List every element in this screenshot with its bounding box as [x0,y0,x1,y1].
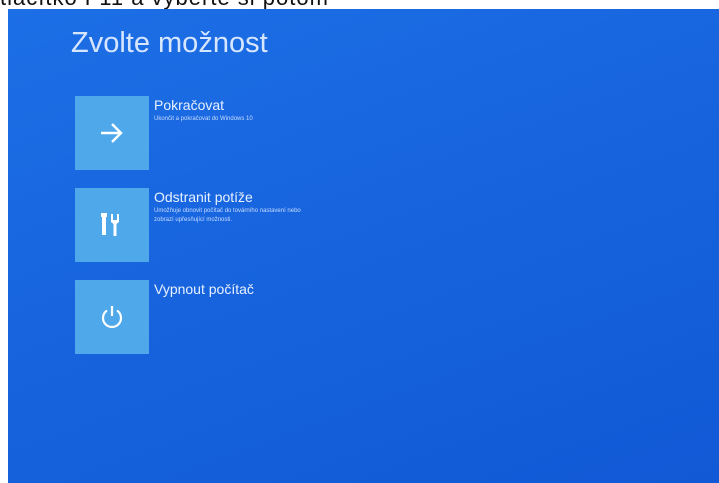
option-continue-label: Pokračovat [154,97,225,113]
page-title: Zvolte možnost [71,27,268,59]
option-shutdown-label: Vypnout počítač [154,281,254,297]
option-shutdown[interactable]: Vypnout počítač [75,280,405,354]
option-continue-text: Pokračovat Ukončit a pokračovat do Windo… [154,96,404,124]
option-continue[interactable]: Pokračovat Ukončit a pokračovat do Windo… [75,96,405,170]
recovery-screen: Zvolte možnost Pokračovat Ukončit a pokr… [8,9,719,483]
option-shutdown-tile[interactable] [75,280,149,354]
tools-icon [101,213,119,236]
arrow-right-icon [101,123,123,143]
option-troubleshoot-description: Umožňuje obnovit počítač do továrního na… [154,208,301,223]
option-shutdown-text: Vypnout počítač [154,280,404,299]
option-continue-tile[interactable] [75,96,149,170]
option-continue-description: Ukončit a pokračovat do Windows 10 [154,116,253,122]
option-troubleshoot-tile[interactable] [75,188,149,262]
option-troubleshoot-label: Odstranit potíže [154,189,253,205]
option-troubleshoot[interactable]: Odstranit potíže Umožňuje obnovit počíta… [75,188,405,262]
power-icon [101,306,123,329]
option-troubleshoot-text: Odstranit potíže Umožňuje obnovit počíta… [154,188,404,225]
page: tlačítko F11 a vyberte si potom Zvolte m… [0,0,719,483]
